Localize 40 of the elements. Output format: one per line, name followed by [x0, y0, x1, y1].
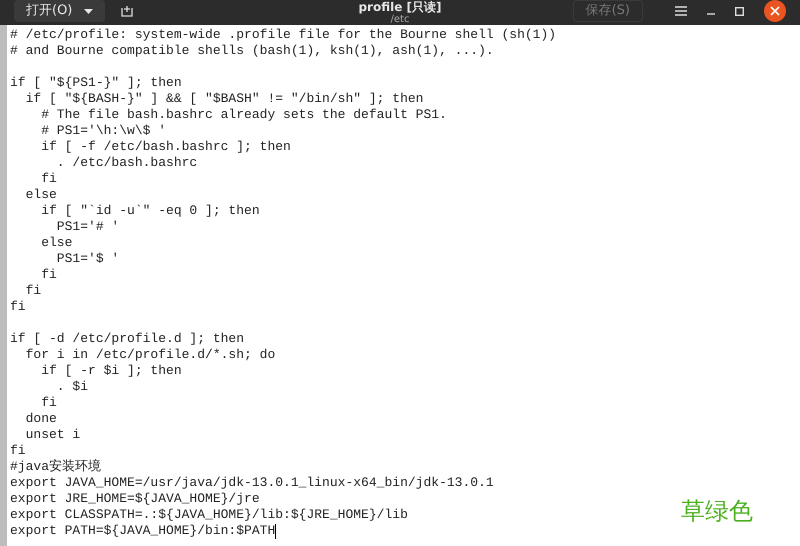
text-cursor: [275, 524, 276, 538]
maximize-icon[interactable]: [735, 6, 744, 16]
caret-icon: [84, 8, 94, 14]
code-line: else: [40, 235, 72, 251]
code-line: if [ "${BASH-}" ] && [ "$BASH" != "/bin/sh" ]; then: [24, 91, 424, 107]
code-line: fi: [40, 171, 57, 187]
code-line: # /etc/profile: system-wide .profile file for the Bourne shell (sh(1)): [10, 27, 556, 43]
close-icon[interactable]: [764, 0, 786, 22]
code-line: if [ -r $i ]; then: [40, 363, 182, 379]
code-line: # and Bourne compatible shells (bash(1), ksh(1), ash(1), ...).: [10, 43, 494, 59]
code-line: export PATH=${JAVA_HOME}/bin:$PATH: [10, 523, 276, 539]
window-title: profile [只读]: [358, 0, 442, 14]
code-line: #java安装环境: [10, 459, 102, 475]
code-line: export JRE_HOME=${JAVA_HOME}/jre: [10, 491, 260, 507]
code-line: # The file bash.bashrc already sets the default PS1.: [40, 107, 447, 123]
code-line: fi: [10, 443, 26, 459]
code-line: fi: [10, 299, 26, 315]
code-line: if [ -f /etc/bash.bashrc ]; then: [40, 139, 291, 155]
code-line: # PS1='\h:\w\$ ': [40, 123, 166, 139]
code-line: if [ "${PS1-}" ]; then: [10, 75, 182, 91]
new-tab-icon[interactable]: [121, 5, 134, 17]
code-line: for i in /etc/profile.d/*.sh; do: [24, 347, 276, 363]
code-line: done: [24, 411, 57, 427]
menu-icon[interactable]: [675, 6, 687, 16]
code-line: export JAVA_HOME=/usr/java/jdk-13.0.1_linux-x64_bin/jdk-13.0.1: [10, 475, 494, 491]
code-line: unset i: [24, 427, 80, 443]
code-line: . /etc/bash.bashrc: [56, 155, 198, 171]
code-line: if [ -d /etc/profile.d ]; then: [10, 331, 244, 347]
code-line: fi: [40, 267, 57, 283]
code-line: . $i: [56, 379, 88, 395]
annotation-text: 草绿色: [681, 497, 753, 525]
code-line: if [ "`id -u`" -eq 0 ]; then: [40, 203, 260, 219]
code-line: fi: [24, 283, 42, 299]
code-line: fi: [40, 395, 57, 411]
window-subtitle: /etc: [390, 14, 410, 25]
code-line: export CLASSPATH=.:${JAVA_HOME}/lib:${JRE_HOME}/lib: [10, 507, 408, 523]
open-button[interactable]: 打开(O): [14, 0, 106, 22]
code-line: PS1='# ': [56, 219, 120, 235]
code-line: else: [24, 187, 57, 203]
code-line: PS1='$ ': [56, 251, 120, 267]
